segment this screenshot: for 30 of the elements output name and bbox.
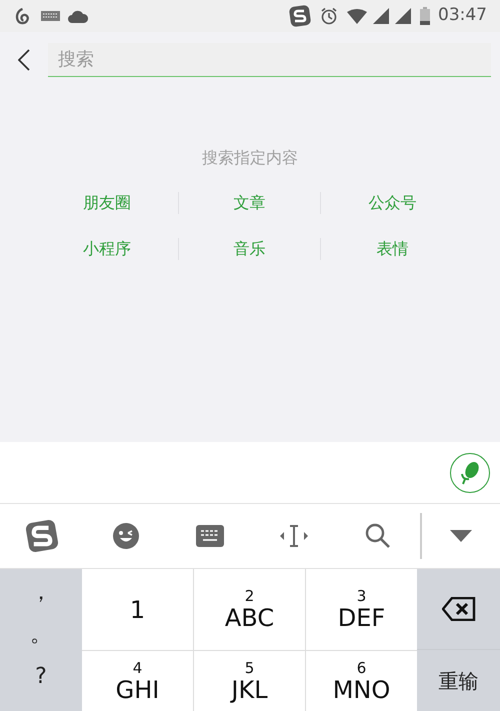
winking-face-icon[interactable] [112, 522, 140, 550]
search-icon[interactable] [365, 523, 391, 549]
search-hint: 搜索指定内容 [202, 147, 298, 169]
keypad-key[interactable]: 5 JKL [194, 651, 305, 711]
symbol[interactable]: 。 [30, 621, 52, 649]
keyboard-icon[interactable] [196, 525, 224, 547]
alarm-clock-icon [320, 7, 338, 25]
keypad-key[interactable]: 2 ABC [194, 569, 305, 650]
keypad-key[interactable]: 4 GHI [82, 651, 193, 711]
symbol[interactable]: ? [35, 663, 47, 691]
signal-icon [395, 8, 411, 24]
keypad-key[interactable]: 1 [82, 569, 193, 650]
keypad-key[interactable]: 6 MNO [306, 651, 417, 711]
wifi-icon [347, 8, 367, 24]
cursor-move-icon[interactable] [279, 524, 309, 548]
battery-icon [420, 7, 430, 25]
keypad-key[interactable]: 3 DEF [306, 569, 417, 650]
backspace-icon [442, 597, 476, 621]
keyboard-icon [41, 11, 60, 21]
microphone-icon [459, 460, 481, 484]
cloud-icon [68, 10, 88, 22]
symbol[interactable]: ， [30, 579, 52, 607]
back-icon [18, 49, 30, 71]
s-logo-icon [289, 5, 311, 27]
search-field[interactable]: 搜索 [48, 43, 491, 77]
music-app-icon [13, 6, 32, 26]
clock-time: 03:47 [438, 4, 487, 28]
signal-icon [373, 8, 389, 24]
collapse-keyboard-icon[interactable] [450, 530, 472, 542]
voice-input-button[interactable] [450, 452, 490, 492]
